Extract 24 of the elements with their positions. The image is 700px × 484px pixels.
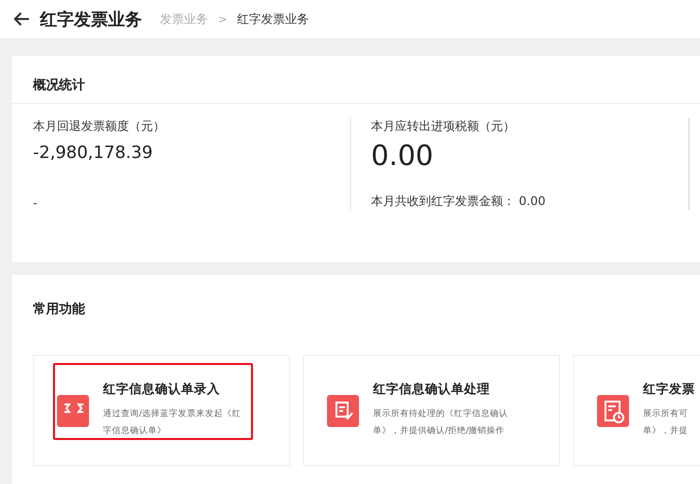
card-description: 展示所有可单》，并提 xyxy=(643,408,689,438)
function-card[interactable]: 红字发票 展示所有可单》，并提 xyxy=(573,355,700,466)
stat-label: 本月回退发票额度（元） xyxy=(33,118,166,135)
document-clock-icon xyxy=(597,394,629,426)
function-card[interactable]: 红字信息确认单录入 通过查询/选择蓝字发票来发起《红字信息确认单》 xyxy=(33,355,290,466)
card-title: 红字信息确认单处理 xyxy=(373,381,491,398)
back-arrow-icon[interactable] xyxy=(14,12,30,26)
stat-value: 0.00 xyxy=(371,139,434,172)
arrows-icon xyxy=(57,394,89,426)
stat-label: 本月应转出进项税额（元） xyxy=(371,118,516,135)
document-check-icon xyxy=(327,394,359,426)
breadcrumb-item: 红字发票业务 xyxy=(237,10,310,28)
card-title: 红字发票 xyxy=(643,381,695,398)
card-description: 通过查询/选择蓝字发票来发起《红字信息确认单》 xyxy=(103,408,242,438)
breadcrumb-separator: > xyxy=(218,12,228,26)
page-title: 红字发票业务 xyxy=(40,8,142,30)
section-title: 常用功能 xyxy=(32,301,86,319)
panel-title: 概况统计 xyxy=(12,56,700,104)
stat-note: 本月共收到红字发票金额： 0.00 xyxy=(371,193,547,210)
card-description: 展示所有待处理的《红字信息确认单》，并提供确认/拒绝/撤销操作 xyxy=(373,408,509,438)
function-card[interactable]: 红字信息确认单处理 展示所有待处理的《红字信息确认单》，并提供确认/拒绝/撤销操作 xyxy=(303,355,560,466)
stat-note: - xyxy=(33,196,38,210)
stat-value: -2,980,178.39 xyxy=(33,143,154,163)
card-title: 红字信息确认单录入 xyxy=(103,381,221,398)
